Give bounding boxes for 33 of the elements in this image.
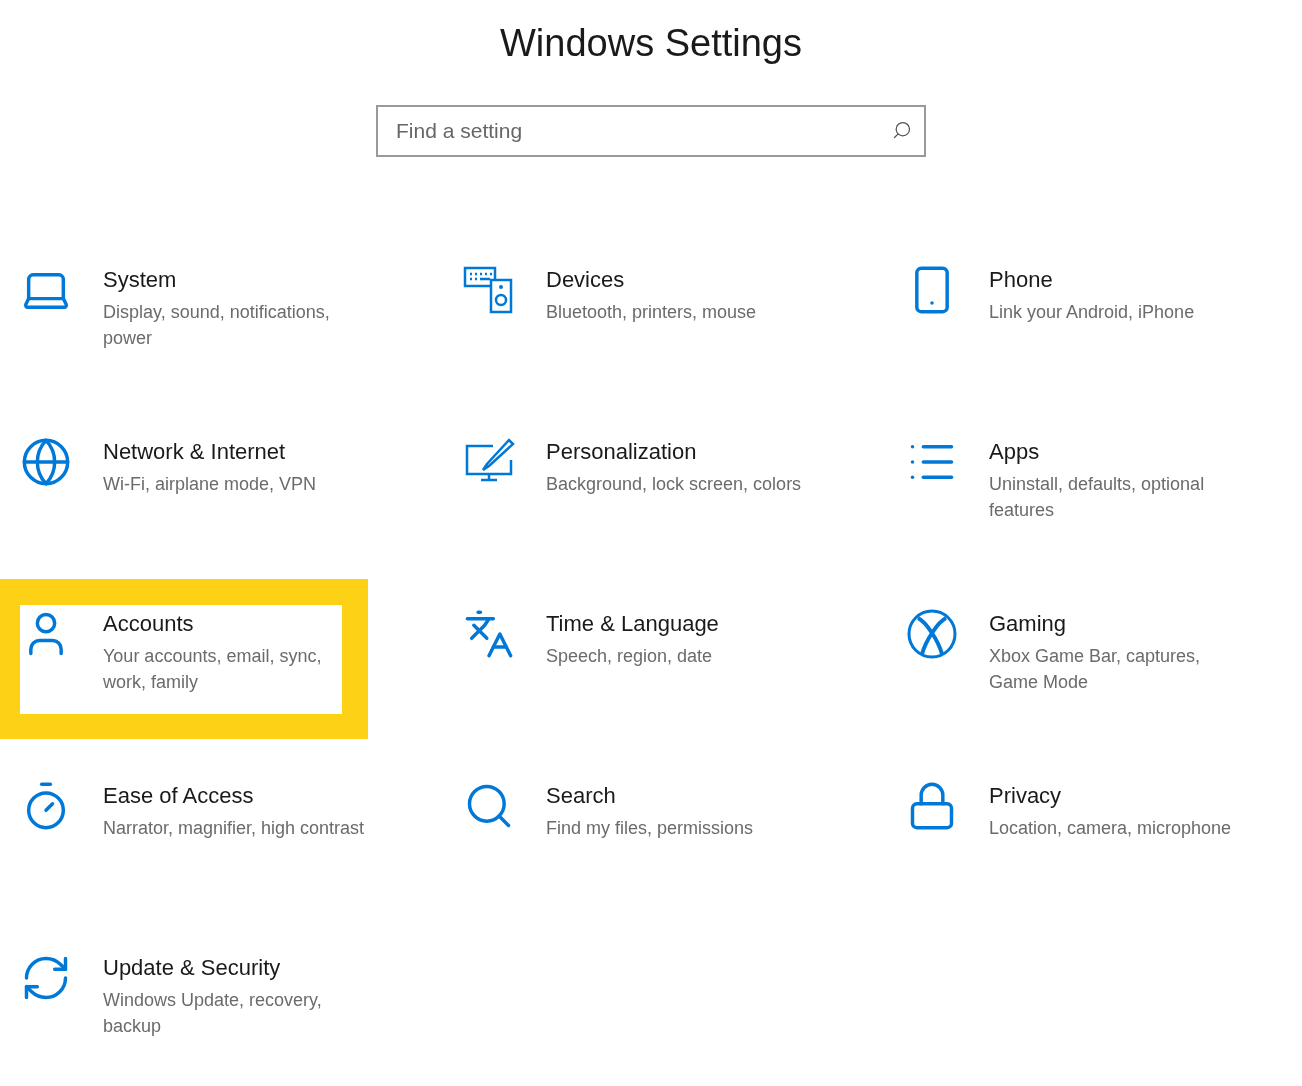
category-title: Apps (989, 439, 1041, 465)
category-title: System (103, 267, 178, 293)
keyboard-speaker-icon (463, 264, 515, 316)
category-title: Accounts (103, 611, 195, 637)
category-description: Background, lock screen, colors (546, 473, 802, 496)
category-description: Display, sound, notifications, power (103, 301, 331, 350)
category-description: Location, camera, microphone (989, 817, 1232, 840)
category-title: Privacy (989, 783, 1063, 809)
category-title: Search (546, 783, 617, 809)
search-icon (892, 120, 912, 140)
category-title: Phone (989, 267, 1054, 293)
category-description: Your accounts, email, sync, work, family (103, 645, 323, 694)
category-description: Windows Update, recovery, backup (103, 989, 323, 1038)
category-description: Narrator, magnifier, high contrast (103, 817, 365, 840)
category-title: Network & Internet (103, 439, 287, 465)
category-description: Wi-Fi, airplane mode, VPN (103, 473, 317, 496)
language-icon (463, 608, 515, 660)
category-description: Speech, region, date (546, 645, 714, 668)
search-field[interactable]: Find a setting (376, 105, 926, 157)
category-title: Gaming (989, 611, 1068, 637)
category-description: Find my files, permissions (546, 817, 754, 840)
category-title: Time & Language (546, 611, 719, 637)
highlighted-settings-tile[interactable]: Accounts Your accounts, email, sync, work, family (0, 579, 368, 739)
category-description: Uninstall, defaults, optional features (989, 473, 1206, 522)
category-description: Bluetooth, printers, mouse (546, 301, 757, 324)
category-description: Link your Android, iPhone (989, 301, 1195, 324)
window-title: Windows Settings (500, 22, 802, 65)
category-title: Ease of Access (103, 783, 255, 809)
category-description: Xbox Game Bar, captures, Game Mode (989, 645, 1202, 694)
category-title: Personalization (546, 439, 698, 465)
category-title: Update & Security (103, 955, 282, 981)
globe-icon (20, 436, 72, 488)
category-title: Devices (546, 267, 626, 293)
